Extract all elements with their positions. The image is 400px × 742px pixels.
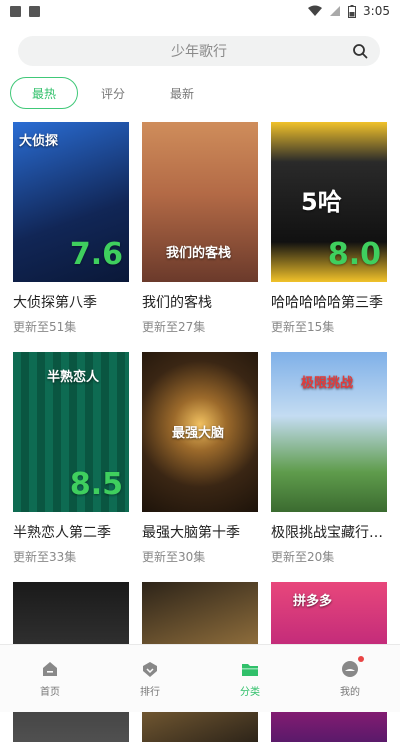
show-card[interactable]: 大侦探 7.6 大侦探第八季 更新至51集: [13, 122, 129, 335]
tab-rating[interactable]: 评分: [79, 77, 147, 109]
poster-image[interactable]: 极限挑战: [271, 352, 387, 512]
notification-icons: [10, 5, 40, 17]
nav-category[interactable]: 分类: [200, 645, 300, 712]
system-icons: 3:05: [308, 4, 390, 18]
bottom-navigation: 首页 排行 分类 我的: [0, 644, 400, 712]
folder-icon: [242, 664, 258, 676]
tab-label: 最新: [169, 86, 194, 101]
clock: 3:05: [363, 4, 390, 18]
search-input[interactable]: 少年歌行: [18, 36, 380, 66]
show-title[interactable]: 我们的客栈: [142, 292, 258, 312]
battery-icon: [348, 4, 357, 18]
nav-label: 首页: [40, 687, 60, 698]
tab-label: 评分: [100, 86, 125, 101]
poster-text: 我们的客栈: [166, 246, 232, 261]
show-title[interactable]: 哈哈哈哈哈第三季: [271, 292, 387, 312]
poster-image[interactable]: 半熟恋人 8.5: [13, 352, 129, 512]
poster-image[interactable]: 我们的客栈: [142, 122, 258, 282]
sort-tabs: 最热 评分 最新: [10, 76, 217, 110]
nav-label: 我的: [340, 687, 360, 698]
tab-label: 最热: [31, 86, 56, 101]
show-card[interactable]: 极限挑战 极限挑战宝藏行… 更新至20集: [271, 352, 387, 565]
poster-image[interactable]: 5哈 8.0: [271, 122, 387, 282]
poster-text: 大侦探: [19, 134, 59, 149]
episode-status: 更新至15集: [271, 320, 335, 334]
home-icon: [43, 662, 57, 676]
notification-badge: [358, 656, 364, 662]
nav-profile[interactable]: 我的: [300, 645, 400, 712]
show-title[interactable]: 大侦探第八季: [13, 292, 129, 312]
poster-image[interactable]: 大侦探 7.6: [13, 122, 129, 282]
episode-status: 更新至33集: [13, 550, 77, 564]
profile-face-icon: [342, 661, 358, 677]
show-card[interactable]: 最强大脑 最强大脑第十季 更新至30集: [142, 352, 258, 565]
show-title[interactable]: 极限挑战宝藏行…: [271, 522, 387, 542]
poster-text: 半熟恋人: [47, 370, 100, 385]
episode-status: 更新至27集: [142, 320, 206, 334]
image-notification-icon: [10, 5, 21, 17]
episode-status: 更新至51集: [13, 320, 77, 334]
nav-label: 分类: [240, 687, 260, 698]
nav-home[interactable]: 首页: [0, 645, 100, 712]
search-placeholder: 少年歌行: [171, 44, 227, 60]
profile-icon: [340, 656, 364, 679]
wifi-icon: [308, 5, 323, 16]
tab-latest[interactable]: 最新: [148, 77, 216, 109]
show-card[interactable]: 5哈 8.0 哈哈哈哈哈第三季 更新至15集: [271, 122, 387, 335]
search-icon[interactable]: [352, 43, 368, 59]
show-title[interactable]: 最强大脑第十季: [142, 522, 258, 542]
show-card[interactable]: 我们的客栈 我们的客栈 更新至27集: [142, 122, 258, 335]
poster-text: 拼多多: [293, 594, 333, 609]
status-bar: 3:05: [0, 0, 400, 22]
nav-ranking[interactable]: 排行: [100, 645, 200, 712]
poster-text: 极限挑战: [301, 376, 354, 391]
rank-icon: [143, 662, 157, 677]
tab-hottest[interactable]: 最热: [10, 77, 78, 109]
episode-status: 更新至30集: [142, 550, 206, 564]
rating-score: 8.0: [327, 237, 381, 272]
nav-label: 排行: [140, 687, 160, 698]
poster-text: 最强大脑: [172, 426, 225, 441]
signal-icon: [330, 6, 341, 16]
app-notification-icon: [29, 5, 40, 17]
show-title[interactable]: 半熟恋人第二季: [13, 522, 129, 542]
poster-text: 5哈: [301, 188, 342, 216]
show-card[interactable]: 半熟恋人 8.5 半熟恋人第二季 更新至33集: [13, 352, 129, 565]
rating-score: 7.6: [69, 237, 123, 272]
episode-status: 更新至20集: [271, 550, 335, 564]
poster-image[interactable]: 最强大脑: [142, 352, 258, 512]
rating-score: 8.5: [69, 467, 123, 502]
